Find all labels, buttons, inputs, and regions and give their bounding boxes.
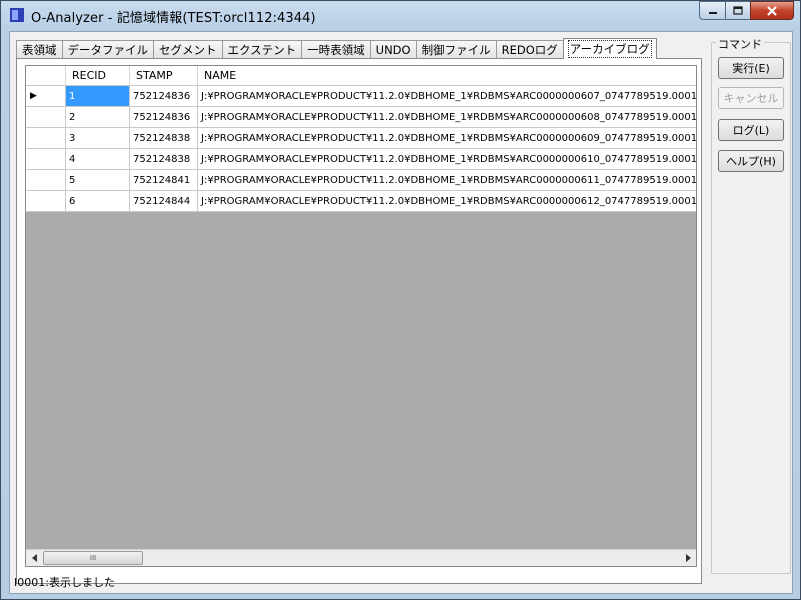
column-header-name[interactable]: NAME <box>198 66 696 86</box>
title-bar[interactable]: O-Analyzer - 記憶域情報(TEST:orcl112:4344) <box>1 1 800 31</box>
help-button[interactable]: ヘルプ(H) <box>718 150 784 172</box>
tab-label: エクステント <box>227 43 297 57</box>
cell-recid[interactable]: 3 <box>66 128 130 149</box>
cell-name[interactable]: J:¥PROGRAM¥ORACLE¥PRODUCT¥11.2.0¥DBHOME_… <box>198 107 696 128</box>
grid-body: ▶ 1 752124836 J:¥PROGRAM¥ORACLE¥PRODUCT¥… <box>26 86 696 212</box>
row-header[interactable] <box>26 191 66 212</box>
tab-label: 表領域 <box>22 43 57 57</box>
cell-recid[interactable]: 1 <box>66 86 130 107</box>
horizontal-scrollbar[interactable]: III <box>26 549 696 566</box>
maximize-button[interactable] <box>725 1 750 20</box>
tab-label: 制御ファイル <box>421 43 491 57</box>
status-text: I0001:表示しました <box>14 576 115 589</box>
column-header-recid[interactable]: RECID <box>66 66 130 86</box>
grip-icon: III <box>89 554 97 562</box>
tab-label: セグメント <box>159 43 217 57</box>
minimize-icon <box>708 11 717 14</box>
tab-label: REDOログ <box>501 43 558 57</box>
tab-datafile[interactable]: データファイル <box>61 40 154 59</box>
cell-recid[interactable]: 5 <box>66 170 130 191</box>
row-header[interactable] <box>26 149 66 170</box>
cell-stamp[interactable]: 752124838 <box>130 149 198 170</box>
table-row[interactable]: 2 752124836 J:¥PROGRAM¥ORACLE¥PRODUCT¥11… <box>26 107 696 128</box>
execute-button[interactable]: 実行(E) <box>718 57 784 79</box>
tab-label: アーカイブログ <box>567 40 652 58</box>
row-header[interactable] <box>26 128 66 149</box>
table-row[interactable]: 6 752124844 J:¥PROGRAM¥ORACLE¥PRODUCT¥11… <box>26 191 696 212</box>
tab-strip: 表領域 データファイル セグメント エクステント 一時表領域 UNDO 制御ファ… <box>16 38 657 59</box>
cell-name[interactable]: J:¥PROGRAM¥ORACLE¥PRODUCT¥11.2.0¥DBHOME_… <box>198 149 696 170</box>
window-title: O-Analyzer - 記憶域情報(TEST:orcl112:4344) <box>31 11 316 26</box>
command-group-label: コマンド <box>716 36 764 52</box>
cell-name[interactable]: J:¥PROGRAM¥ORACLE¥PRODUCT¥11.2.0¥DBHOME_… <box>198 191 696 212</box>
column-header-stamp[interactable]: STAMP <box>130 66 198 86</box>
tab-temp-tablespace[interactable]: 一時表領域 <box>301 40 371 59</box>
archive-log-grid[interactable]: RECID STAMP NAME ▶ 1 752124836 J:¥PROGRA… <box>25 65 697 567</box>
cell-name[interactable]: J:¥PROGRAM¥ORACLE¥PRODUCT¥11.2.0¥DBHOME_… <box>198 86 696 107</box>
row-header[interactable]: ▶ <box>26 86 66 107</box>
cell-stamp[interactable]: 752124844 <box>130 191 198 212</box>
minimize-button[interactable] <box>699 1 725 20</box>
cell-stamp[interactable]: 752124838 <box>130 128 198 149</box>
cell-name[interactable]: J:¥PROGRAM¥ORACLE¥PRODUCT¥11.2.0¥DBHOME_… <box>198 128 696 149</box>
table-row[interactable]: 4 752124838 J:¥PROGRAM¥ORACLE¥PRODUCT¥11… <box>26 149 696 170</box>
close-icon <box>767 5 777 16</box>
cell-stamp[interactable]: 752124836 <box>130 107 198 128</box>
app-icon <box>10 8 24 22</box>
tab-panel: RECID STAMP NAME ▶ 1 752124836 J:¥PROGRA… <box>16 58 702 584</box>
scroll-left-button[interactable] <box>26 550 43 566</box>
command-group: コマンド 実行(E) キャンセル ログ(L) ヘルプ(H) <box>711 36 791 574</box>
table-row[interactable]: ▶ 1 752124836 J:¥PROGRAM¥ORACLE¥PRODUCT¥… <box>26 86 696 107</box>
row-header[interactable] <box>26 170 66 191</box>
tab-extent[interactable]: エクステント <box>221 40 303 59</box>
cell-stamp[interactable]: 752124836 <box>130 86 198 107</box>
scroll-thumb[interactable]: III <box>43 551 143 565</box>
tab-tablespace[interactable]: 表領域 <box>16 40 63 59</box>
arrow-left-icon <box>31 554 37 562</box>
cell-recid[interactable]: 6 <box>66 191 130 212</box>
row-header[interactable] <box>26 107 66 128</box>
cell-recid[interactable]: 2 <box>66 107 130 128</box>
tab-segment[interactable]: セグメント <box>153 40 223 59</box>
tab-label: データファイル <box>67 43 149 57</box>
cell-recid[interactable]: 4 <box>66 149 130 170</box>
maximize-icon <box>733 6 743 15</box>
current-row-icon: ▶ <box>30 91 37 101</box>
close-button[interactable] <box>750 1 794 20</box>
scroll-right-button[interactable] <box>679 550 696 566</box>
tab-controlfile[interactable]: 制御ファイル <box>415 40 497 59</box>
grid-header: RECID STAMP NAME <box>26 66 696 86</box>
cell-name[interactable]: J:¥PROGRAM¥ORACLE¥PRODUCT¥11.2.0¥DBHOME_… <box>198 170 696 191</box>
arrow-right-icon <box>685 554 691 562</box>
tab-undo[interactable]: UNDO <box>369 40 417 59</box>
table-row[interactable]: 3 752124838 J:¥PROGRAM¥ORACLE¥PRODUCT¥11… <box>26 128 696 149</box>
app-window: O-Analyzer - 記憶域情報(TEST:orcl112:4344) 表領… <box>0 0 801 600</box>
window-controls <box>699 1 794 20</box>
client-area: 表領域 データファイル セグメント エクステント 一時表領域 UNDO 制御ファ… <box>9 31 793 594</box>
cancel-button[interactable]: キャンセル <box>718 87 784 109</box>
row-header-corner <box>26 66 66 86</box>
tab-label: 一時表領域 <box>307 43 365 57</box>
tab-redolog[interactable]: REDOログ <box>495 40 564 59</box>
table-row[interactable]: 5 752124841 J:¥PROGRAM¥ORACLE¥PRODUCT¥11… <box>26 170 696 191</box>
log-button[interactable]: ログ(L) <box>718 119 784 141</box>
tab-archivelog[interactable]: アーカイブログ <box>562 38 657 59</box>
tab-label: UNDO <box>375 43 411 57</box>
cell-stamp[interactable]: 752124841 <box>130 170 198 191</box>
